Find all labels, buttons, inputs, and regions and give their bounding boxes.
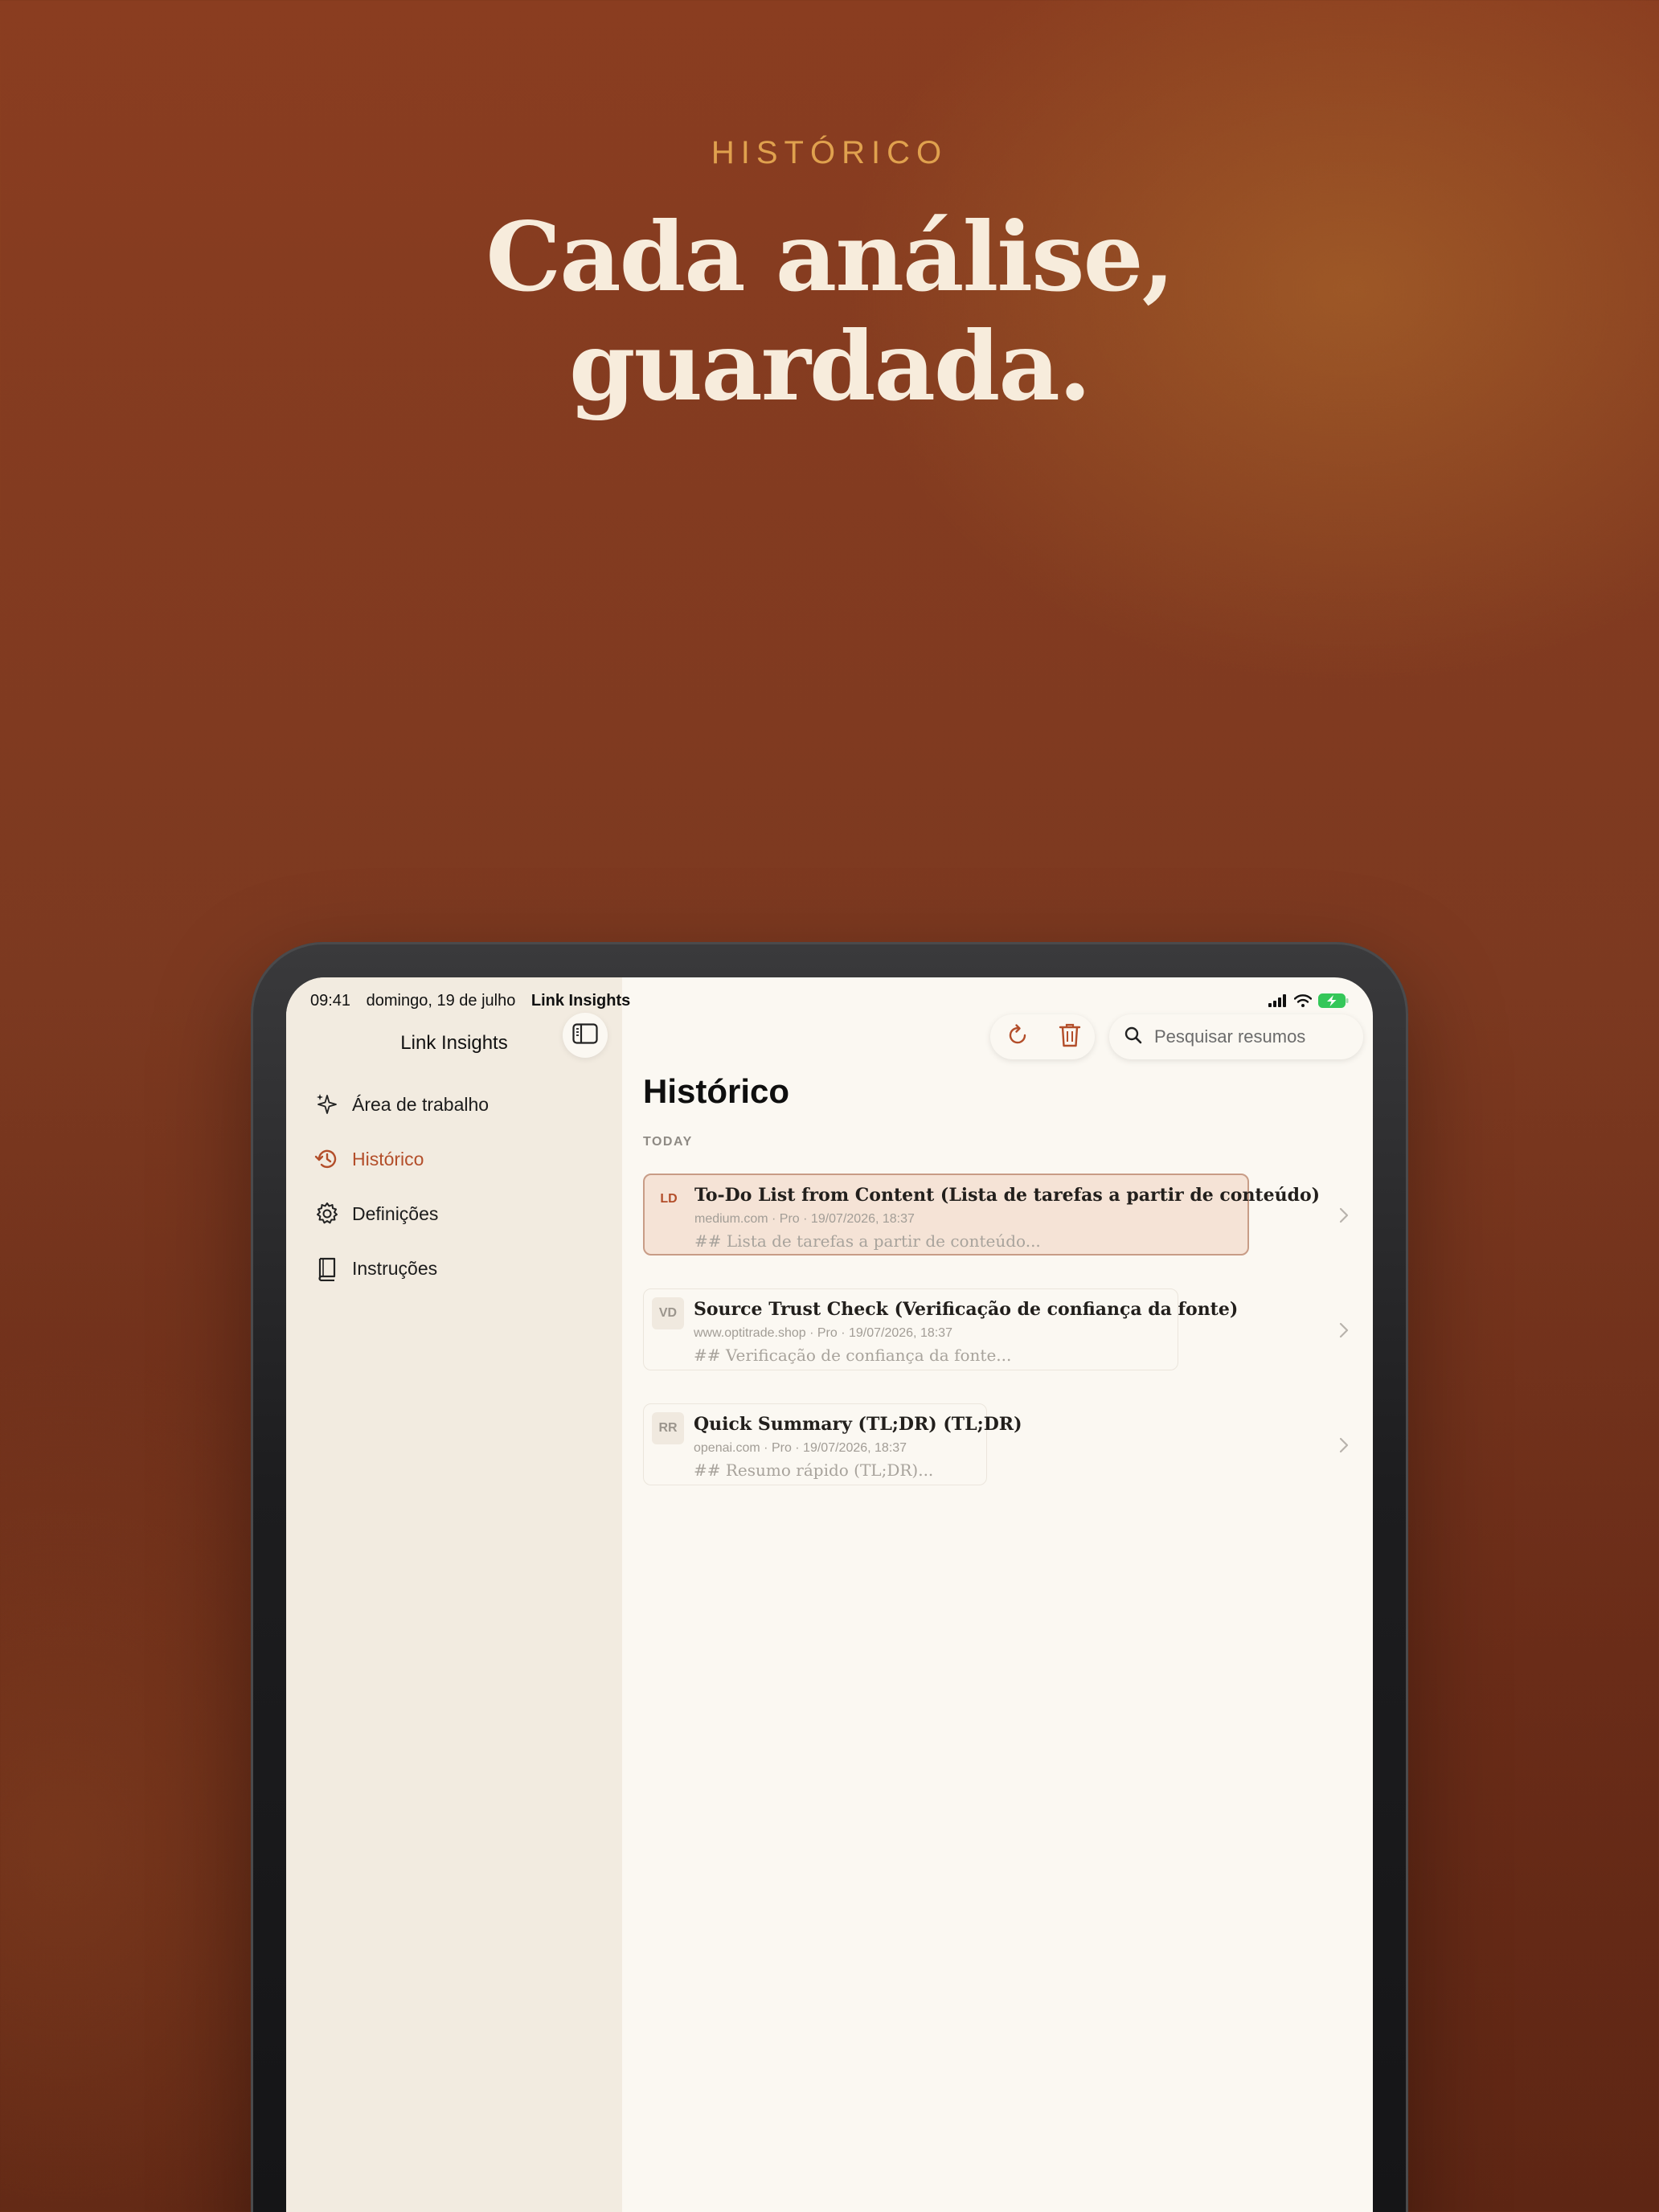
history-card-preview: ## Verificação de confiança da fonte... — [694, 1346, 1012, 1365]
history-card-title: Source Trust Check (Verificação de confi… — [694, 1299, 1239, 1320]
sidebar-item-label: Definições — [352, 1202, 439, 1224]
status-date: domingo, 19 de julho — [366, 992, 516, 1010]
trash-icon — [1059, 1023, 1080, 1047]
history-card-title: To-Do List from Content (Lista de tarefa… — [694, 1185, 1321, 1206]
battery-charging-icon — [1318, 993, 1349, 1012]
history-row[interactable]: VD Source Trust Check (Verificação de co… — [643, 1288, 1238, 1372]
tablet-screen: 09:41 domingo, 19 de julho Link Insights… — [286, 977, 1373, 2212]
cellular-signal-icon — [1268, 994, 1288, 1011]
sidebar-item-label: Área de trabalho — [352, 1093, 490, 1115]
history-row[interactable]: LD To-Do List from Content (Lista de tar… — [643, 1174, 1320, 1257]
history-icon — [313, 1145, 341, 1173]
main-content: Histórico TODAY LD To-Do List from Conte… — [622, 977, 1373, 2212]
sidebar-nav: Área de trabalho Histórico Definições In… — [313, 1077, 603, 1296]
sidebar: 09:41 domingo, 19 de julho Link Insights… — [286, 977, 630, 2212]
delete-button[interactable] — [1058, 1022, 1082, 1053]
wifi-icon — [1293, 994, 1313, 1011]
search-input[interactable] — [1153, 1026, 1349, 1048]
book-icon — [313, 1255, 341, 1282]
status-app-name: Link Insights — [530, 992, 631, 1010]
chevron-right-icon — [1336, 1206, 1352, 1225]
history-card-meta: www.optitrade.shop · Pro · 19/07/2026, 1… — [694, 1326, 952, 1340]
history-card-meta: openai.com · Pro · 19/07/2026, 18:37 — [694, 1441, 907, 1455]
status-bar-right — [1268, 993, 1349, 1012]
hero-headline-line-1: Cada análise, — [485, 201, 1174, 313]
status-time: 09:41 — [310, 992, 351, 1010]
hero-headline: Cada análise, guardada. — [0, 203, 1659, 421]
sidebar-toggle-icon — [572, 1022, 598, 1048]
toolbar-actions — [990, 1014, 1095, 1059]
source-badge: LD — [660, 1192, 678, 1206]
refresh-icon — [1009, 1023, 1026, 1043]
gear-icon — [313, 1200, 341, 1227]
sidebar-item-instrucoes[interactable]: Instruções — [313, 1241, 603, 1296]
history-card-body: Quick Summary (TL;DR) (TL;DR) openai.com… — [694, 1412, 1022, 1480]
history-card-preview: ## Resumo rápido (TL;DR)... — [694, 1460, 934, 1480]
history-card-body: Source Trust Check (Verificação de confi… — [694, 1297, 1238, 1365]
history-card-preview: ## Lista de tarefas a partir de conteúdo… — [694, 1231, 1041, 1251]
sidebar-item-label: Histórico — [352, 1148, 424, 1169]
sidebar-item-label: Instruções — [352, 1257, 438, 1279]
source-badge: VD — [652, 1297, 684, 1329]
hero-headline-line-2: guardada. — [569, 310, 1092, 422]
tablet-frame: 09:41 domingo, 19 de julho Link Insights… — [251, 942, 1408, 2212]
status-bar-left: 09:41 domingo, 19 de julho Link Insights — [310, 992, 641, 1010]
source-badge: RR — [652, 1412, 684, 1444]
history-row[interactable]: RR Quick Summary (TL;DR) (TL;DR) openai.… — [643, 1403, 1022, 1487]
chevron-right-icon — [1336, 1321, 1352, 1340]
refresh-button[interactable] — [1004, 1022, 1031, 1053]
search-icon — [1124, 1026, 1143, 1049]
history-card-title: Quick Summary (TL;DR) (TL;DR) — [694, 1414, 1022, 1435]
search-field[interactable] — [1109, 1014, 1363, 1059]
history-card[interactable]: LD To-Do List from Content (Lista de tar… — [643, 1174, 1320, 1256]
chevron-right-icon — [1336, 1436, 1352, 1455]
sidebar-item-historico[interactable]: Histórico — [313, 1132, 603, 1186]
history-card[interactable]: VD Source Trust Check (Verificação de co… — [643, 1288, 1238, 1370]
page-title: Histórico — [643, 1072, 790, 1110]
sidebar-item-definicoes[interactable]: Definições — [313, 1186, 603, 1241]
history-card-body: To-Do List from Content (Lista de tarefa… — [694, 1183, 1320, 1251]
sidebar-item-area-de-trabalho[interactable]: Área de trabalho — [313, 1077, 603, 1132]
section-header-today: TODAY — [643, 1135, 693, 1149]
history-card-meta: medium.com · Pro · 19/07/2026, 18:37 — [694, 1212, 915, 1226]
hero-eyebrow: HISTÓRICO — [711, 135, 948, 170]
history-card[interactable]: RR Quick Summary (TL;DR) (TL;DR) openai.… — [643, 1403, 1022, 1485]
sparkles-icon — [313, 1091, 341, 1118]
sidebar-toggle-button[interactable] — [563, 1013, 608, 1058]
